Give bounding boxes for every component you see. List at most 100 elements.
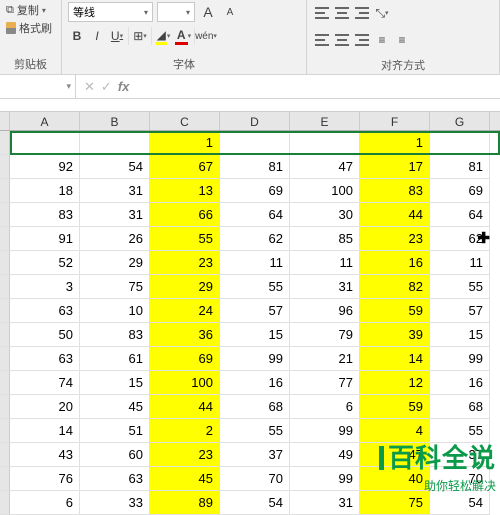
cell[interactable]: 89	[150, 491, 220, 515]
row-header[interactable]	[0, 299, 10, 323]
cell[interactable]: 11	[430, 251, 490, 275]
cell[interactable]: 79	[290, 323, 360, 347]
cell[interactable]: 83	[10, 203, 80, 227]
cell[interactable]: 49	[290, 443, 360, 467]
font-size-select[interactable]: ▾	[157, 2, 195, 22]
cell[interactable]: 37	[220, 443, 290, 467]
cell[interactable]: 96	[290, 299, 360, 323]
cell[interactable]: 16	[360, 251, 430, 275]
row-header[interactable]	[0, 467, 10, 491]
cell[interactable]: 57	[430, 299, 490, 323]
col-header[interactable]: G	[430, 112, 490, 130]
cell[interactable]: 62	[430, 227, 490, 251]
row-header[interactable]	[0, 347, 10, 371]
cell[interactable]: 3	[10, 275, 80, 299]
orientation-button[interactable]: ⤡▾	[373, 4, 391, 22]
cell[interactable]: 11	[290, 251, 360, 275]
cell[interactable]: 77	[290, 371, 360, 395]
cell[interactable]: 83	[360, 179, 430, 203]
cell[interactable]: 69	[220, 179, 290, 203]
col-header[interactable]: C	[150, 112, 220, 130]
cell[interactable]: 52	[10, 251, 80, 275]
col-header[interactable]: E	[290, 112, 360, 130]
cell[interactable]: 66	[150, 203, 220, 227]
cell[interactable]: 92	[10, 155, 80, 179]
cell[interactable]: 18	[10, 179, 80, 203]
row-header[interactable]	[0, 491, 10, 515]
cell[interactable]: 68	[430, 395, 490, 419]
row-header[interactable]	[0, 443, 10, 467]
formula-input[interactable]	[137, 75, 500, 98]
copy-button[interactable]: ⧉复制 ▾	[6, 2, 52, 18]
row-header[interactable]	[0, 323, 10, 347]
cell[interactable]: 16	[430, 371, 490, 395]
cell[interactable]: 54	[430, 491, 490, 515]
indent-inc-button[interactable]: ≡	[393, 31, 411, 49]
cell[interactable]: 29	[150, 275, 220, 299]
cell[interactable]: 36	[150, 323, 220, 347]
cell[interactable]: 31	[290, 491, 360, 515]
cell[interactable]: 50	[10, 323, 80, 347]
name-box[interactable]: ▾	[0, 75, 76, 98]
cell[interactable]: 60	[80, 443, 150, 467]
cell[interactable]: 70	[220, 467, 290, 491]
cell[interactable]: 64	[220, 203, 290, 227]
cell[interactable]: 33	[80, 491, 150, 515]
confirm-button[interactable]: ✓	[101, 79, 112, 95]
cell[interactable]	[80, 131, 150, 155]
cell[interactable]: 100	[290, 179, 360, 203]
cell[interactable]: 57	[220, 299, 290, 323]
cell[interactable]	[430, 131, 490, 155]
font-name-select[interactable]: 等线▾	[68, 2, 153, 22]
align-top-button[interactable]	[313, 4, 331, 22]
cell[interactable]: 62	[220, 227, 290, 251]
cell[interactable]: 61	[80, 347, 150, 371]
cell[interactable]: 55	[150, 227, 220, 251]
indent-dec-button[interactable]: ≡	[373, 31, 391, 49]
align-right-button[interactable]	[353, 31, 371, 49]
cell[interactable]: 63	[80, 467, 150, 491]
cell[interactable]: 99	[290, 467, 360, 491]
cell[interactable]: 31	[80, 203, 150, 227]
cell[interactable]: 21	[290, 347, 360, 371]
cell[interactable]: 1	[360, 131, 430, 155]
italic-button[interactable]: I	[88, 27, 106, 45]
cell[interactable]: 81	[220, 155, 290, 179]
row-header[interactable]	[0, 131, 10, 155]
cell[interactable]: 75	[360, 491, 430, 515]
font-color-button[interactable]: A▾	[174, 27, 192, 45]
cell[interactable]: 75	[80, 275, 150, 299]
cell[interactable]: 99	[220, 347, 290, 371]
cell[interactable]: 44	[150, 395, 220, 419]
cell[interactable]: 54	[80, 155, 150, 179]
cell[interactable]: 85	[290, 227, 360, 251]
cell[interactable]: 17	[360, 155, 430, 179]
cell[interactable]: 69	[150, 347, 220, 371]
cell[interactable]: 15	[220, 323, 290, 347]
align-bottom-button[interactable]	[353, 4, 371, 22]
cell[interactable]: 31	[80, 179, 150, 203]
phonetic-button[interactable]: wén▾	[197, 27, 215, 45]
cell[interactable]	[10, 131, 80, 155]
cell[interactable]: 26	[80, 227, 150, 251]
select-all-corner[interactable]	[0, 112, 10, 130]
row-header[interactable]	[0, 203, 10, 227]
row-header[interactable]	[0, 155, 10, 179]
row-header[interactable]	[0, 371, 10, 395]
cell[interactable]: 23	[150, 251, 220, 275]
cell[interactable]: 30	[290, 203, 360, 227]
align-left-button[interactable]	[313, 31, 331, 49]
cell[interactable]: 59	[360, 395, 430, 419]
cell[interactable]: 16	[220, 371, 290, 395]
align-middle-button[interactable]	[333, 4, 351, 22]
cell[interactable]: 13	[150, 179, 220, 203]
cell[interactable]: 99	[290, 419, 360, 443]
cell[interactable]: 68	[220, 395, 290, 419]
cell[interactable]: 6	[10, 491, 80, 515]
cell[interactable]: 14	[10, 419, 80, 443]
cell[interactable]: 55	[220, 419, 290, 443]
cell[interactable]: 82	[360, 275, 430, 299]
cell[interactable]: 63	[10, 347, 80, 371]
cell[interactable]: 45	[80, 395, 150, 419]
fx-button[interactable]: fx	[118, 79, 130, 94]
